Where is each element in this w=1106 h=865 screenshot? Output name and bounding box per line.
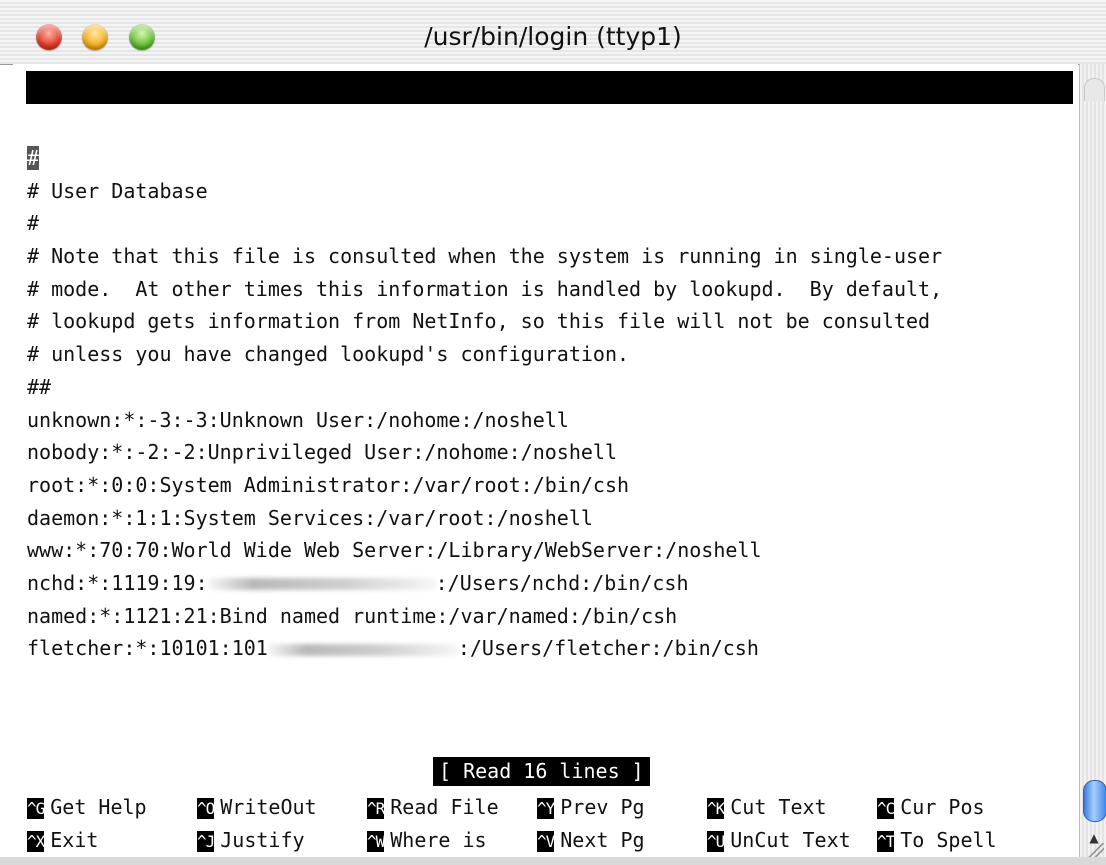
shortcut-uncut-text[interactable]: ^U UnCut Text [707,824,851,858]
file-line[interactable]: daemon:*:1:1:System Services:/var/root:/… [27,502,942,535]
shortcut-key: ^G [27,798,45,819]
file-content[interactable]: # # User Database # # Note that this fil… [27,142,942,665]
shortcut-key: ^O [197,798,215,819]
shortcut-cur-pos[interactable]: ^C Cur Pos [877,791,985,825]
shortcut-key: ^R [367,798,385,819]
shortcut-label: Cut Text [730,795,827,819]
line-text: :/Users/fletcher:/bin/csh [457,636,759,661]
file-line[interactable]: # [27,207,942,240]
shortcut-get-help[interactable]: ^G Get Help [27,791,147,825]
file-line[interactable]: root:*:0:0:System Administrator:/var/roo… [27,469,942,502]
file-line[interactable]: # User Database [27,175,942,208]
redacted-text [207,578,436,591]
file-line[interactable]: www:*:70:70:World Wide Web Server:/Libra… [27,534,942,567]
file-line[interactable]: ## [27,371,942,404]
shortcut-key: ^W [367,831,385,852]
shortcut-label: To Spell [900,828,997,852]
shortcut-label: WriteOut [220,795,317,819]
terminal-window: /usr/bin/login (ttyp1) UW PICO(tm) 4.0 F… [0,0,1106,865]
window-title: /usr/bin/login (ttyp1) [424,22,682,51]
file-line[interactable]: nchd:*:1119:19: :/Users/nchd:/bin/csh [27,567,942,600]
file-line[interactable]: # mode. At other times this information … [27,273,942,306]
shortcut-key: ^J [197,831,215,852]
file-line[interactable]: # Note that this file is consulted when … [27,240,942,273]
shortcut-bar: ^G Get Help ^O WriteOut ^R Read File ^Y Prev… [27,791,1075,857]
shortcut-read-file[interactable]: ^R Read File [367,791,499,825]
file-line[interactable]: unknown:*:-3:-3:Unknown User:/nohome:/no… [27,404,942,437]
status-message: [ Read 16 lines ] [433,757,650,786]
shortcut-row: ^X Exit ^J Justify ^W Where is ^V Next Pg ^U… [27,824,1075,857]
shortcut-label: Justify [220,828,305,852]
file-line[interactable]: nobody:*:-2:-2:Unprivileged User:/nohome… [27,436,942,469]
text-cursor: # [27,146,40,170]
file-line[interactable]: fletcher:*:10101:101 :/Users/fletcher:/bi… [27,632,942,665]
shortcut-label: Next Pg [560,828,645,852]
window-bottom-edge [0,857,1106,865]
file-line[interactable]: named:*:1121:21:Bind named runtime:/var/… [27,600,942,633]
line-text: :/Users/nchd:/bin/csh [435,570,689,595]
shortcut-label: Read File [390,795,499,819]
shortcut-next-page[interactable]: ^V Next Pg [537,824,645,858]
terminal-content[interactable]: UW PICO(tm) 4.0 File: passwd # # User Da… [13,64,1078,865]
file-line[interactable]: # [27,142,942,175]
title-bar[interactable]: /usr/bin/login (ttyp1) [0,0,1106,65]
shortcut-writeout[interactable]: ^O WriteOut [197,791,317,825]
shortcut-key: ^C [877,798,895,819]
redacted-text [267,643,458,656]
vertical-scrollbar[interactable]: ▲ ▼ [1079,64,1106,865]
shortcut-exit[interactable]: ^X Exit [27,824,98,858]
shortcut-row: ^G Get Help ^O WriteOut ^R Read File ^Y Prev… [27,791,1075,824]
scrollbar-thumb[interactable] [1083,780,1106,822]
shortcut-where-is[interactable]: ^W Where is [367,824,487,858]
shortcut-label: Prev Pg [560,795,645,819]
shortcut-label: UnCut Text [730,828,851,852]
shortcut-justify[interactable]: ^J Justify [197,824,305,858]
shortcut-prev-page[interactable]: ^Y Prev Pg [537,791,645,825]
file-line[interactable]: # lookupd gets information from NetInfo,… [27,305,942,338]
line-text: nchd:*:1119:19: [27,570,208,595]
shortcut-key: ^T [877,831,895,852]
file-line[interactable]: # unless you have changed lookupd's conf… [27,338,942,371]
scrollbar-top-cap [1084,78,1105,101]
shortcut-label: Cur Pos [900,795,985,819]
shortcut-key: ^U [707,831,725,852]
line-text: fletcher:*:10101:101 [27,636,268,661]
editor-name: UW PICO(tm) 4.0 [63,108,244,132]
shortcut-key: ^V [537,831,555,852]
shortcut-label: Get Help [50,795,147,819]
pico-header-bar: UW PICO(tm) 4.0 File: passwd [26,71,1073,165]
shortcut-key: ^Y [537,798,555,819]
shortcut-to-spell[interactable]: ^T To Spell [877,824,997,858]
shortcut-key: ^K [707,798,725,819]
shortcut-cut-text[interactable]: ^K Cut Text [707,791,827,825]
shortcut-key: ^X [27,831,45,852]
shortcut-label: Where is [390,828,487,852]
shortcut-label: Exit [50,828,99,852]
